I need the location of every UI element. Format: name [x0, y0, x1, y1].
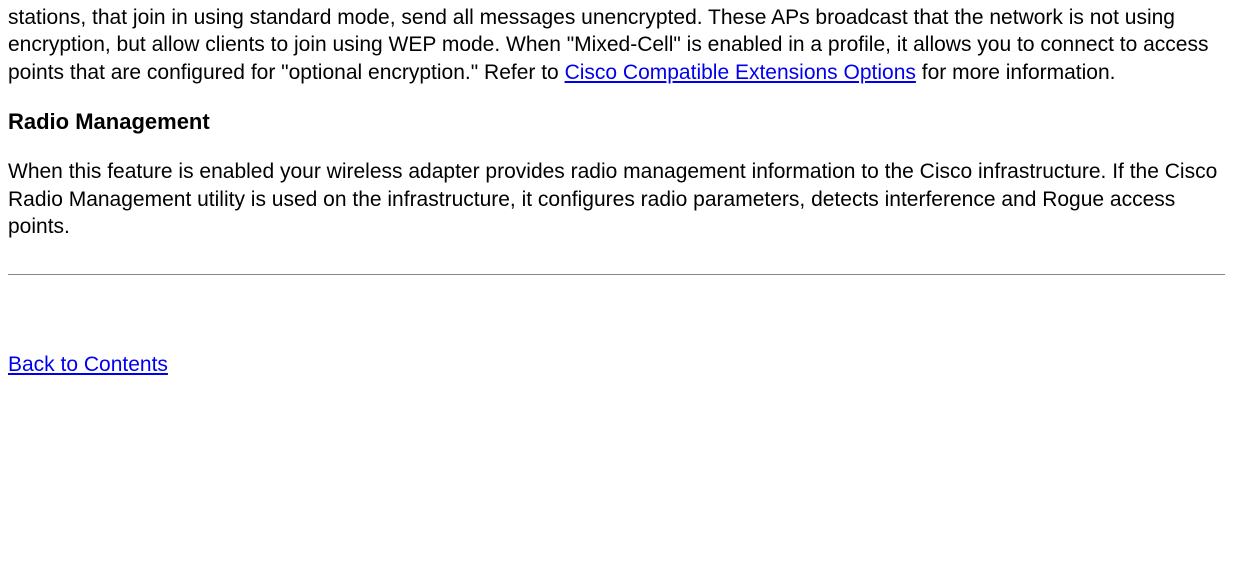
- cisco-extensions-link[interactable]: Cisco Compatible Extensions Options: [565, 61, 916, 84]
- back-to-contents-link[interactable]: Back to Contents: [8, 353, 168, 376]
- section-heading: Radio Management: [8, 108, 1225, 137]
- intro-text-after-link: for more information.: [916, 61, 1116, 84]
- section-divider: [8, 274, 1225, 275]
- body-paragraph: When this feature is enabled your wirele…: [8, 158, 1225, 240]
- intro-paragraph: stations, that join in using standard mo…: [8, 4, 1225, 86]
